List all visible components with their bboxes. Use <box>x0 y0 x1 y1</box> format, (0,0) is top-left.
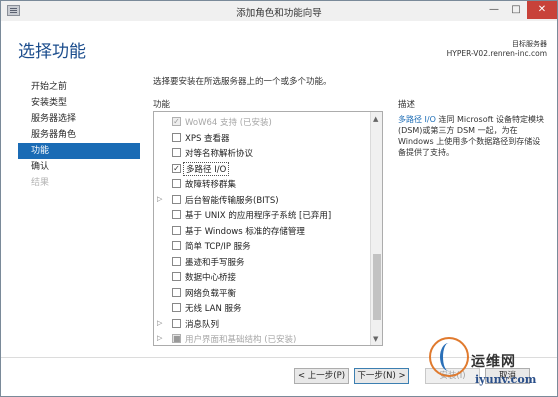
feature-label: XPS 查看器 <box>185 133 230 144</box>
description-term: 多路径 I/O <box>398 115 436 124</box>
feature-label: 基于 UNIX 的应用程序子系统 [已弃用] <box>185 211 332 221</box>
feature-checkbox[interactable]: ✓ <box>172 163 181 173</box>
feature-checkbox[interactable] <box>172 287 181 297</box>
minimize-button[interactable]: — <box>483 1 505 19</box>
window-title: 添加角色和功能向导 <box>236 8 322 19</box>
target-server-label: 目标服务器 <box>512 40 547 48</box>
title-bar[interactable]: 添加角色和功能向导 — □ ✕ <box>1 1 557 21</box>
feature-row[interactable]: ▷ 后台智能传输服务(BITS) <box>154 193 370 207</box>
feature-row[interactable]: 对等名称解析协议 <box>154 146 370 160</box>
feature-row[interactable]: ✓ WoW64 支持 (已安装) <box>154 115 370 129</box>
close-button[interactable]: ✕ <box>527 1 557 19</box>
feature-row[interactable]: XPS 查看器 <box>154 131 370 145</box>
nav-item[interactable]: 安装类型 <box>18 95 140 111</box>
expand-arrow-icon[interactable]: ▷ <box>157 319 162 327</box>
page-title: 选择功能 <box>18 42 86 62</box>
features-scrollbar[interactable]: ▲ ▼ <box>370 112 382 345</box>
watermark-brand: 运维网 <box>471 354 516 370</box>
feature-row[interactable]: ▷ 消息队列 <box>154 317 370 331</box>
feature-row[interactable]: 无线 LAN 服务 <box>154 301 370 315</box>
feature-label: 网络负载平衡 <box>185 288 237 299</box>
previous-button[interactable]: < 上一步(P) <box>294 368 349 384</box>
feature-row[interactable]: 简单 TCP/IP 服务 <box>154 239 370 253</box>
feature-label: 墨迹和手写服务 <box>185 257 245 268</box>
feature-label: 后台智能传输服务(BITS) <box>185 195 279 206</box>
nav-item[interactable]: 确认 <box>18 159 140 175</box>
feature-label: 简单 TCP/IP 服务 <box>185 242 251 252</box>
feature-checkbox[interactable] <box>172 318 181 328</box>
feature-checkbox: ✓ <box>172 117 181 126</box>
scroll-thumb[interactable] <box>373 254 381 320</box>
feature-checkbox[interactable] <box>172 272 181 281</box>
feature-label: 对等名称解析协议 <box>185 149 254 159</box>
feature-label: 消息队列 <box>185 319 220 330</box>
feature-checkbox[interactable] <box>172 241 181 250</box>
feature-checkbox[interactable] <box>172 179 181 188</box>
wizard-window: 添加角色和功能向导 — □ ✕ 选择功能 目标服务器 HYPER-V02.ren… <box>0 0 558 397</box>
wizard-nav: 开始之前 安装类型 服务器选择 服务器角色 功能 确认结果 <box>18 79 140 191</box>
feature-label: 基于 Windows 标准的存储管理 <box>185 226 305 237</box>
feature-checkbox[interactable] <box>172 132 181 142</box>
feature-label: 数据中心桥接 <box>185 273 237 283</box>
feature-row[interactable]: 故障转移群集 <box>154 177 370 191</box>
feature-checkbox[interactable] <box>172 256 181 266</box>
feature-row[interactable]: 数据中心桥接 <box>154 270 370 284</box>
next-button[interactable]: 下一步(N) > <box>354 368 409 384</box>
watermark-domain: iyunv.com <box>475 373 537 386</box>
feature-description: 多路径 I/O 连同 Microsoft 设备特定模块(DSM)或第三方 DSM… <box>398 114 548 158</box>
feature-label: 无线 LAN 服务 <box>185 304 242 314</box>
feature-checkbox[interactable] <box>172 210 181 219</box>
feature-label: 用户界面和基础结构 (已安装) <box>185 335 297 345</box>
feature-label: 故障转移群集 <box>185 180 237 190</box>
description-heading: 描述 <box>398 100 416 110</box>
feature-checkbox: ■ <box>172 334 181 343</box>
expand-arrow-icon[interactable]: ▷ <box>157 195 162 203</box>
feature-checkbox[interactable] <box>172 148 181 157</box>
feature-row[interactable]: 基于 Windows 标准的存储管理 <box>154 224 370 238</box>
nav-item[interactable]: 开始之前 <box>18 79 140 95</box>
feature-row[interactable]: 网络负载平衡 <box>154 286 370 300</box>
feature-row[interactable]: ✓ 多路径 I/O <box>154 161 370 176</box>
watermark-logo <box>429 337 469 377</box>
scroll-up-icon[interactable]: ▲ <box>373 115 378 123</box>
feature-row[interactable]: 基于 UNIX 的应用程序子系统 [已弃用] <box>154 208 370 222</box>
feature-label: WoW64 支持 (已安装) <box>185 118 272 128</box>
feature-row[interactable]: ▷ ■ 用户界面和基础结构 (已安装) <box>154 332 370 345</box>
instruction-text: 选择要安装在所选服务器上的一个或多个功能。 <box>153 77 332 87</box>
target-server-name: HYPER-V02.renren-inc.com <box>446 49 547 58</box>
feature-checkbox[interactable] <box>172 303 181 312</box>
feature-checkbox[interactable] <box>172 194 181 204</box>
nav-item: 结果 <box>31 178 50 188</box>
features-tree[interactable]: ▲ ▼ ✓ WoW64 支持 (已安装) XPS 查看器 对等名称解析协议 ✓ 多路径 I… <box>153 111 383 346</box>
nav-item[interactable]: 服务器选择 <box>18 111 140 127</box>
features-heading: 功能 <box>153 100 171 110</box>
feature-label: 多路径 I/O <box>183 161 230 176</box>
feature-checkbox[interactable] <box>172 225 181 235</box>
nav-item[interactable]: 服务器角色 <box>18 127 140 143</box>
maximize-button[interactable]: □ <box>505 1 527 19</box>
expand-arrow-icon[interactable]: ▷ <box>157 334 162 342</box>
nav-item[interactable]: 功能 <box>18 143 140 159</box>
feature-row[interactable]: 墨迹和手写服务 <box>154 255 370 269</box>
scroll-down-icon[interactable]: ▼ <box>373 335 378 343</box>
